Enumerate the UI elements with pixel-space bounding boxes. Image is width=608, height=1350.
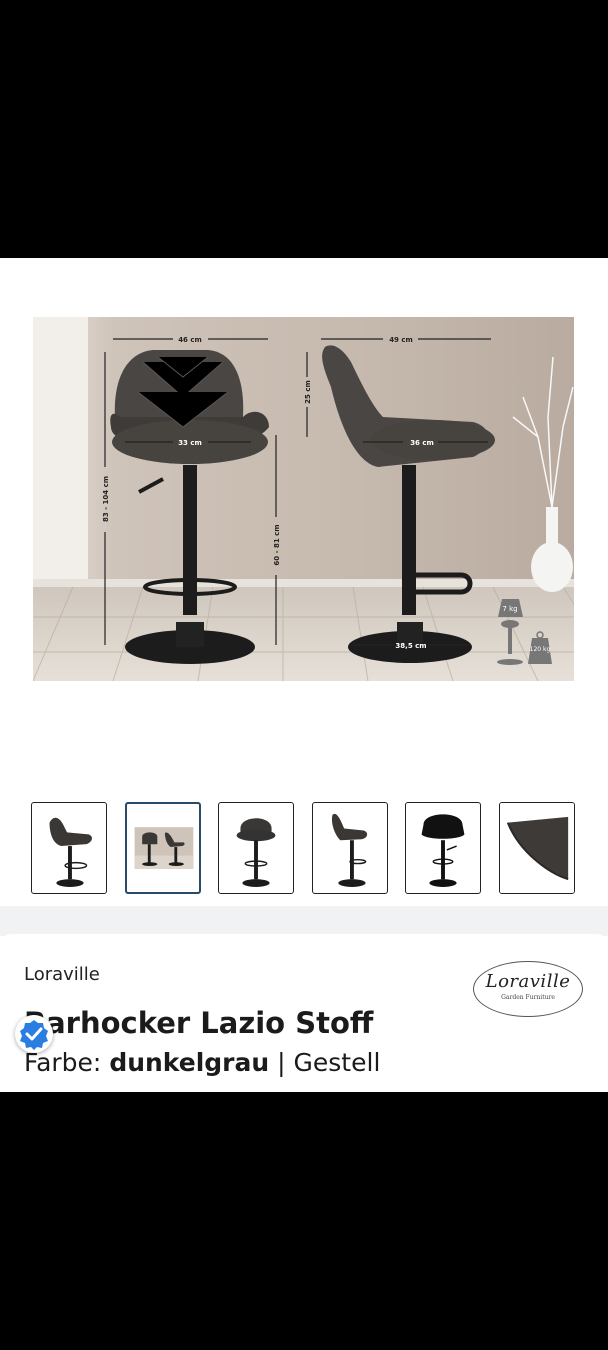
logo-tagline: Garden Furniture bbox=[501, 994, 555, 1001]
dim-width-side: 49 cm bbox=[389, 336, 413, 344]
dim-backrest: 25 cm bbox=[304, 380, 312, 404]
thumbnail-1[interactable] bbox=[31, 802, 107, 894]
thumbnail-3[interactable] bbox=[218, 802, 294, 894]
brand-name[interactable]: Loraville bbox=[24, 964, 100, 985]
verified-badge[interactable] bbox=[15, 1015, 53, 1053]
product-info-card: Loraville Loraville Garden Furniture Bar… bbox=[0, 934, 608, 1092]
dim-seat-side: 36 cm bbox=[410, 439, 434, 447]
dim-seat-front: 33 cm bbox=[178, 439, 202, 447]
thumbnail-2[interactable] bbox=[125, 802, 201, 894]
section-divider bbox=[0, 906, 608, 936]
variant-line: Farbe: dunkelgrau | Gestell bbox=[24, 1048, 380, 1077]
dim-base: 38,5 cm bbox=[395, 642, 426, 650]
checkmark-icon bbox=[20, 1020, 48, 1050]
brand-logo[interactable]: Loraville Garden Furniture bbox=[473, 961, 583, 1017]
thumbnail-4[interactable] bbox=[312, 802, 388, 894]
product-title: Barhocker Lazio Stoff bbox=[24, 1006, 374, 1040]
product-main-image[interactable]: 33 cm 36 cm 38,5 cm 46 cm 49 cm 83 - 104… bbox=[33, 317, 574, 681]
weight-label: 7 kg bbox=[502, 605, 517, 613]
logo-text: Loraville bbox=[485, 971, 571, 992]
variant-value: dunkelgrau bbox=[109, 1048, 270, 1077]
load-label: 120 kg bbox=[530, 646, 551, 653]
thumbnail-strip bbox=[31, 802, 577, 896]
dim-width-front: 46 cm bbox=[178, 336, 202, 344]
variant-more: Gestell bbox=[293, 1048, 381, 1077]
dim-seat-height: 60 - 81 cm bbox=[273, 524, 281, 565]
thumbnail-6[interactable] bbox=[499, 802, 575, 894]
dim-total-height: 83 - 104 cm bbox=[102, 476, 110, 522]
thumbnail-5[interactable] bbox=[405, 802, 481, 894]
variant-separator: | bbox=[277, 1048, 286, 1077]
product-page: 33 cm 36 cm 38,5 cm 46 cm 49 cm 83 - 104… bbox=[0, 258, 608, 1092]
